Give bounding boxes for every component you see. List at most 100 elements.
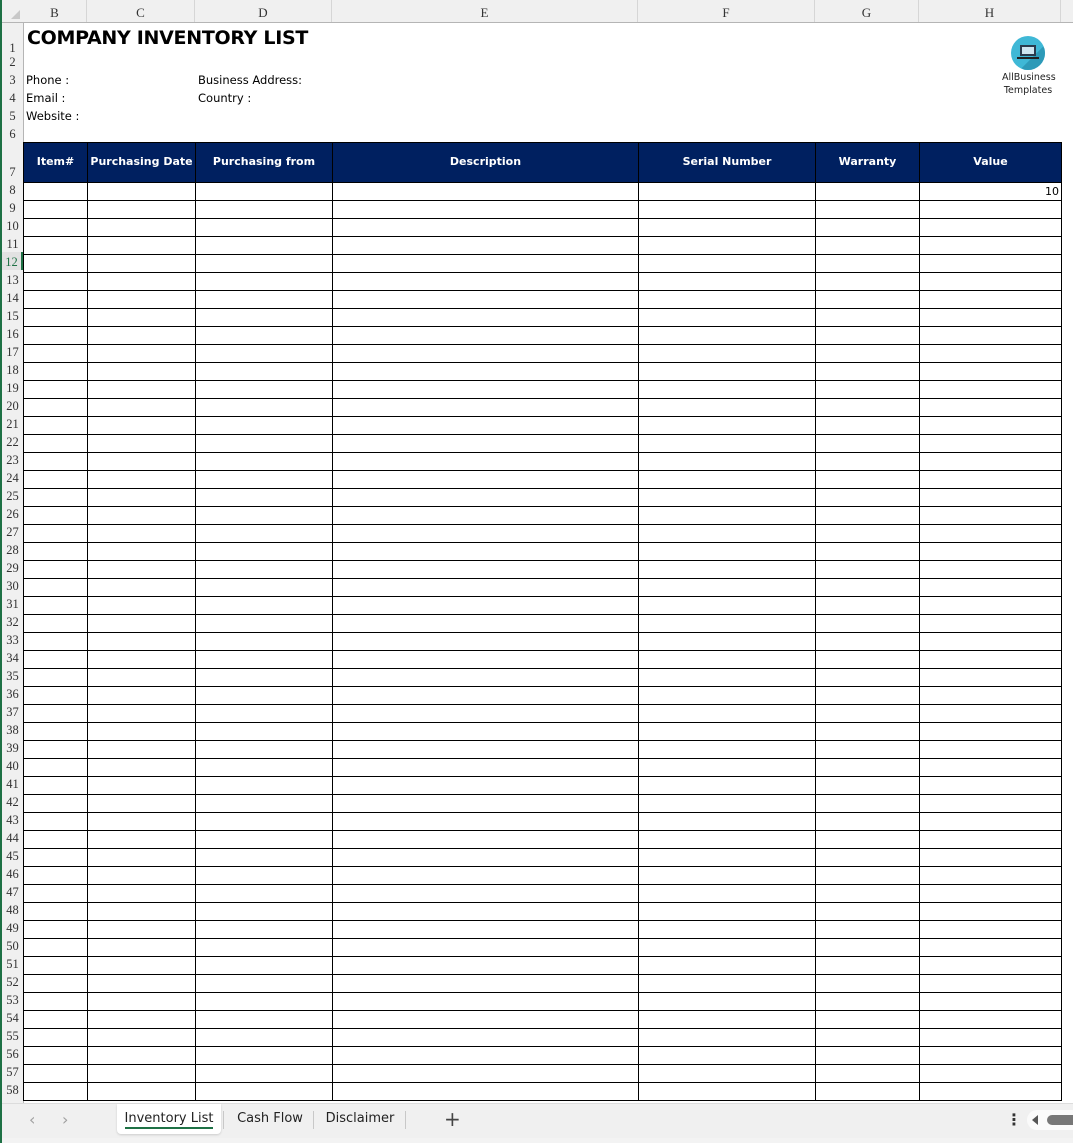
column-header-g[interactable]: G xyxy=(815,0,919,22)
cell-item-number[interactable] xyxy=(23,632,88,651)
cell-purchasing-from[interactable] xyxy=(195,398,333,417)
add-sheet-button[interactable]: + xyxy=(444,1107,461,1131)
cell-value[interactable] xyxy=(919,416,1062,435)
cell-purchasing-from[interactable] xyxy=(195,704,333,723)
cell-purchasing-from[interactable] xyxy=(195,578,333,597)
cell-purchasing-date[interactable] xyxy=(87,326,196,345)
scroll-left-arrow-icon[interactable] xyxy=(1032,1115,1038,1125)
cell-value[interactable] xyxy=(919,1010,1062,1029)
cell-description[interactable] xyxy=(332,992,639,1011)
cell-serial-number[interactable] xyxy=(638,668,816,687)
cell-purchasing-date[interactable] xyxy=(87,668,196,687)
cell-warranty[interactable] xyxy=(815,488,920,507)
column-header-d[interactable]: D xyxy=(195,0,332,22)
cell-purchasing-from[interactable] xyxy=(195,362,333,381)
cell-serial-number[interactable] xyxy=(638,794,816,813)
cell-serial-number[interactable] xyxy=(638,884,816,903)
cell-warranty[interactable] xyxy=(815,758,920,777)
row-header[interactable]: 7 xyxy=(2,163,23,181)
cell-description[interactable] xyxy=(332,362,639,381)
cell-purchasing-date[interactable] xyxy=(87,722,196,741)
more-options-icon[interactable]: ⋮ xyxy=(1006,1110,1022,1129)
cell-serial-number[interactable] xyxy=(638,1082,816,1101)
cell-value[interactable] xyxy=(919,452,1062,471)
cell-description[interactable] xyxy=(332,290,639,309)
cell-value[interactable] xyxy=(919,326,1062,345)
cell-warranty[interactable] xyxy=(815,272,920,291)
row-header[interactable]: 35 xyxy=(2,666,23,684)
cell-description[interactable] xyxy=(332,686,639,705)
row-header[interactable]: 39 xyxy=(2,738,23,756)
cell-item-number[interactable] xyxy=(23,758,88,777)
cell-serial-number[interactable] xyxy=(638,1046,816,1065)
cell-purchasing-from[interactable] xyxy=(195,1010,333,1029)
cell-warranty[interactable] xyxy=(815,524,920,543)
cell-serial-number[interactable] xyxy=(638,488,816,507)
cell-warranty[interactable] xyxy=(815,344,920,363)
cell-description[interactable] xyxy=(332,758,639,777)
row-header[interactable]: 11 xyxy=(2,234,23,252)
cell-item-number[interactable] xyxy=(23,254,88,273)
cell-purchasing-date[interactable] xyxy=(87,308,196,327)
cell-purchasing-from[interactable] xyxy=(195,272,333,291)
header-item-number[interactable]: Item# xyxy=(23,142,88,183)
cell-description[interactable] xyxy=(332,704,639,723)
cell-warranty[interactable] xyxy=(815,956,920,975)
row-header[interactable]: 17 xyxy=(2,342,23,360)
cell-purchasing-date[interactable] xyxy=(87,902,196,921)
cell-purchasing-date[interactable] xyxy=(87,956,196,975)
cell-warranty[interactable] xyxy=(815,416,920,435)
cell-purchasing-from[interactable] xyxy=(195,812,333,831)
cell-purchasing-from[interactable] xyxy=(195,902,333,921)
cell-serial-number[interactable] xyxy=(638,290,816,309)
cell-description[interactable] xyxy=(332,740,639,759)
scrollbar-thumb[interactable] xyxy=(1047,1115,1073,1125)
cell-serial-number[interactable] xyxy=(638,614,816,633)
cell-purchasing-date[interactable] xyxy=(87,776,196,795)
cell-warranty[interactable] xyxy=(815,704,920,723)
cell-value[interactable] xyxy=(919,668,1062,687)
cell-value[interactable] xyxy=(919,398,1062,417)
cell-value[interactable] xyxy=(919,290,1062,309)
cell-warranty[interactable] xyxy=(815,560,920,579)
cell-description[interactable] xyxy=(332,974,639,993)
cell-value[interactable] xyxy=(919,830,1062,849)
cell-serial-number[interactable] xyxy=(638,452,816,471)
cell-warranty[interactable] xyxy=(815,200,920,219)
cell-value[interactable] xyxy=(919,740,1062,759)
cell-serial-number[interactable] xyxy=(638,902,816,921)
cell-purchasing-date[interactable] xyxy=(87,938,196,957)
cell-serial-number[interactable] xyxy=(638,992,816,1011)
cell-purchasing-from[interactable] xyxy=(195,1064,333,1083)
cell-purchasing-date[interactable] xyxy=(87,272,196,291)
cell-serial-number[interactable] xyxy=(638,416,816,435)
cell-item-number[interactable] xyxy=(23,308,88,327)
cell-purchasing-from[interactable] xyxy=(195,866,333,885)
column-header-f[interactable]: F xyxy=(638,0,815,22)
cell-warranty[interactable] xyxy=(815,362,920,381)
row-header[interactable]: 45 xyxy=(2,846,23,864)
row-header[interactable]: 50 xyxy=(2,936,23,954)
cell-purchasing-from[interactable] xyxy=(195,920,333,939)
cell-purchasing-from[interactable] xyxy=(195,596,333,615)
cell-warranty[interactable] xyxy=(815,470,920,489)
cell-description[interactable] xyxy=(332,596,639,615)
cell-purchasing-date[interactable] xyxy=(87,830,196,849)
cell-purchasing-from[interactable] xyxy=(195,1046,333,1065)
tab-cash-flow[interactable]: Cash Flow xyxy=(228,1104,312,1134)
cell-purchasing-date[interactable] xyxy=(87,488,196,507)
cell-item-number[interactable] xyxy=(23,398,88,417)
cell-serial-number[interactable] xyxy=(638,740,816,759)
cell-warranty[interactable] xyxy=(815,884,920,903)
cell-item-number[interactable] xyxy=(23,488,88,507)
cell-purchasing-from[interactable] xyxy=(195,650,333,669)
row-header[interactable]: 56 xyxy=(2,1044,23,1062)
column-header-h[interactable]: H xyxy=(919,0,1061,22)
cell-purchasing-from[interactable] xyxy=(195,542,333,561)
cell-warranty[interactable] xyxy=(815,848,920,867)
cell-item-number[interactable] xyxy=(23,650,88,669)
row-header[interactable]: 41 xyxy=(2,774,23,792)
cell-purchasing-date[interactable] xyxy=(87,848,196,867)
cell-serial-number[interactable] xyxy=(638,182,816,201)
cell-warranty[interactable] xyxy=(815,938,920,957)
